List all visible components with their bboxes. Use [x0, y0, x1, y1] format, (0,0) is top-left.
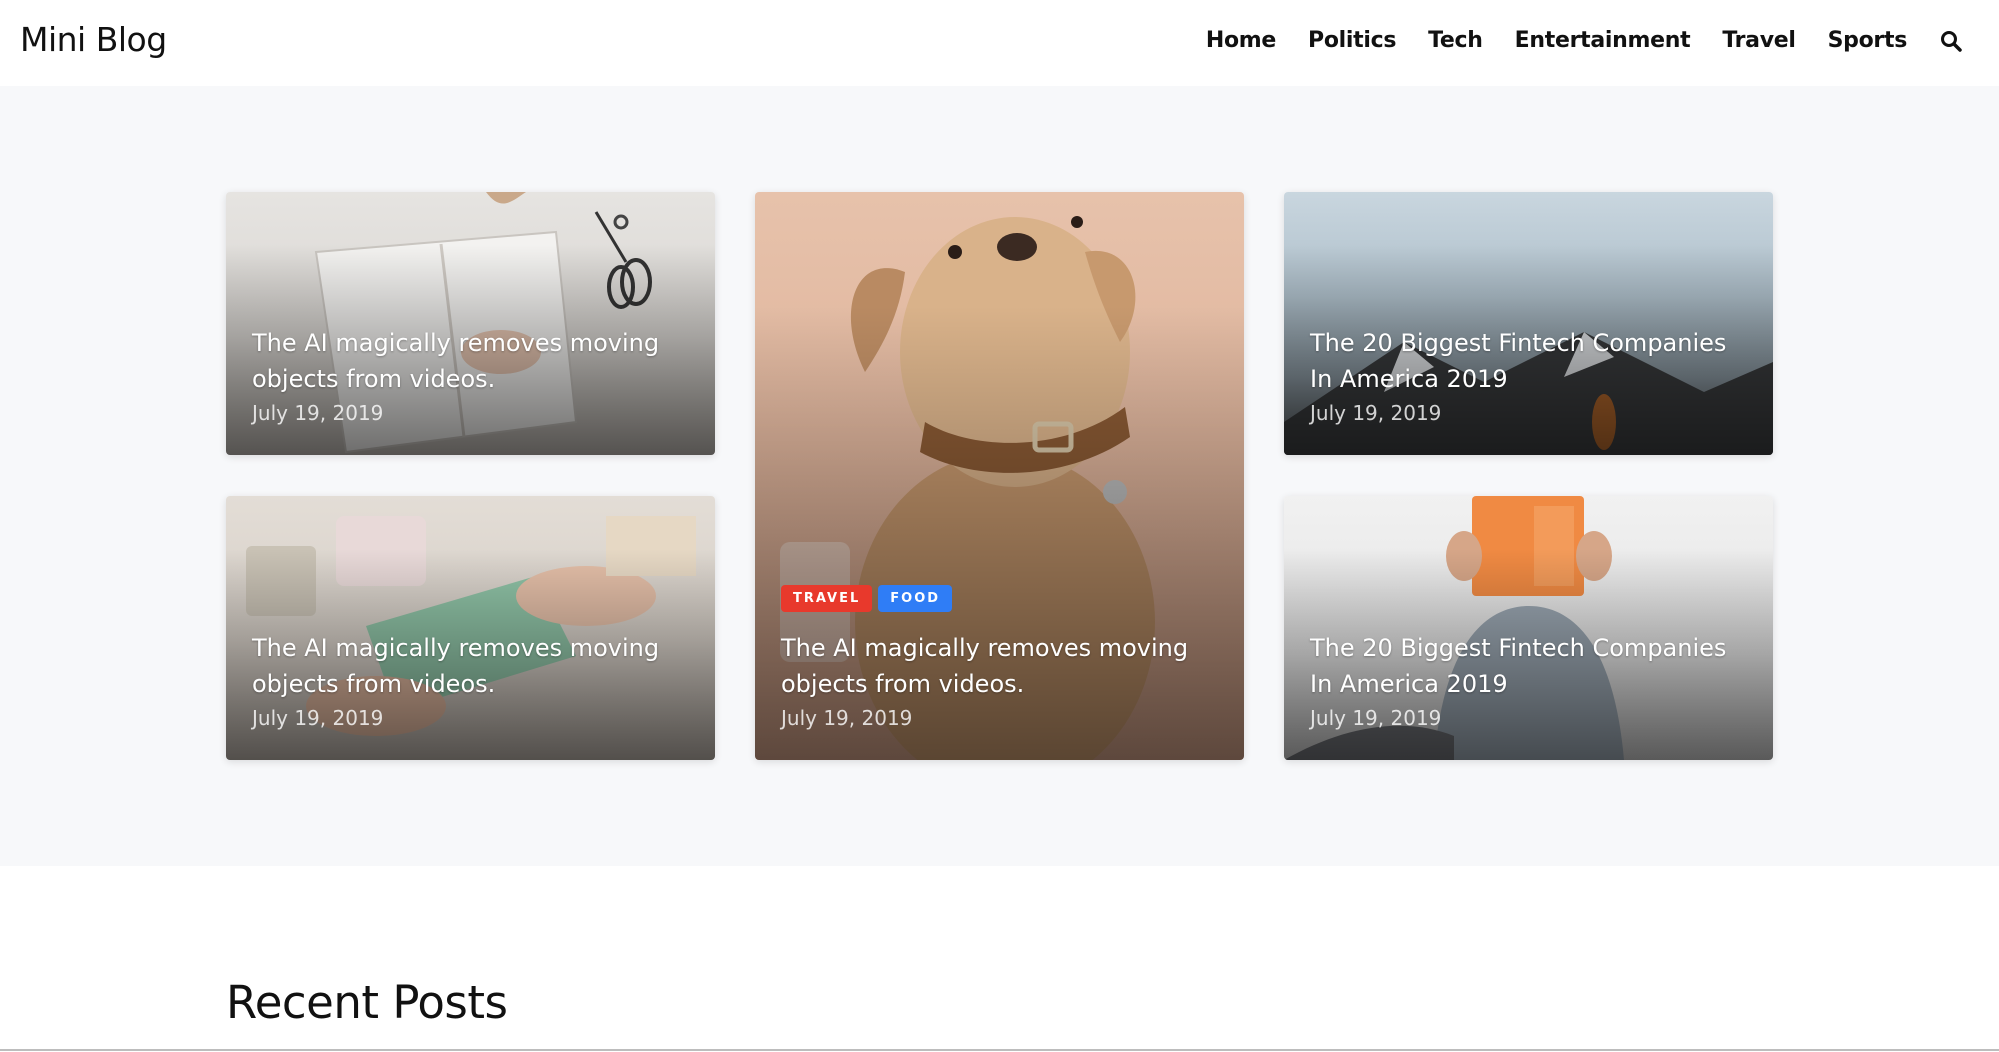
- featured-card-5[interactable]: The 20 Biggest Fintech Companies In Amer…: [1284, 496, 1773, 760]
- site-logo[interactable]: Mini Blog: [20, 20, 167, 59]
- nav-home[interactable]: Home: [1206, 28, 1276, 53]
- tag-food[interactable]: FOOD: [878, 585, 953, 612]
- card-title[interactable]: The AI magically removes moving objects …: [252, 325, 689, 397]
- tag-travel[interactable]: TRAVEL: [781, 585, 873, 612]
- card-date: July 19, 2019: [252, 401, 384, 425]
- card-date: July 19, 2019: [1310, 706, 1442, 730]
- section-divider: [0, 1049, 1999, 1051]
- tag-list: TRAVEL FOOD: [781, 585, 1218, 612]
- nav-travel[interactable]: Travel: [1722, 28, 1796, 53]
- featured-card-1[interactable]: The AI magically removes moving objects …: [226, 192, 715, 455]
- featured-card-2[interactable]: TRAVEL FOOD The AI magically removes mov…: [755, 192, 1244, 760]
- nav-tech[interactable]: Tech: [1428, 28, 1483, 53]
- card-date: July 19, 2019: [252, 706, 384, 730]
- featured-card-4[interactable]: The AI magically removes moving objects …: [226, 496, 715, 760]
- nav-sports[interactable]: Sports: [1828, 28, 1908, 53]
- card-title[interactable]: The 20 Biggest Fintech Companies In Amer…: [1310, 630, 1747, 702]
- card-title[interactable]: The 20 Biggest Fintech Companies In Amer…: [1310, 325, 1747, 397]
- recent-posts-heading: Recent Posts: [226, 976, 508, 1029]
- search-icon[interactable]: [1939, 29, 1963, 53]
- main-menu: Home Politics Tech Entertainment Travel …: [1206, 28, 1963, 53]
- featured-card-3[interactable]: The 20 Biggest Fintech Companies In Amer…: [1284, 192, 1773, 455]
- card-date: July 19, 2019: [1310, 401, 1442, 425]
- top-navbar: Mini Blog Home Politics Tech Entertainme…: [0, 0, 1999, 86]
- card-title[interactable]: The AI magically removes moving objects …: [252, 630, 689, 702]
- card-title[interactable]: The AI magically removes moving objects …: [781, 630, 1218, 702]
- nav-politics[interactable]: Politics: [1308, 28, 1396, 53]
- nav-entertainment[interactable]: Entertainment: [1515, 28, 1691, 53]
- card-date: July 19, 2019: [781, 706, 913, 730]
